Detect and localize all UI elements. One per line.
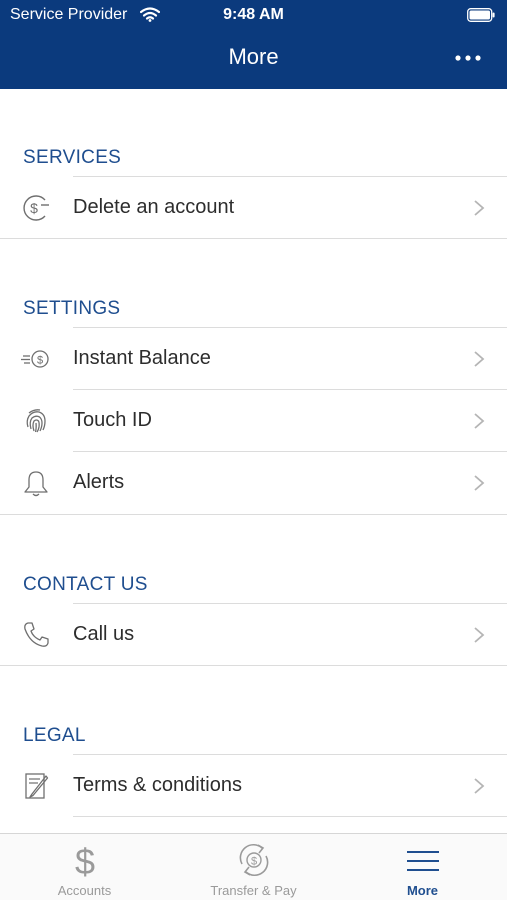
section-header-settings: SETTINGS [23,298,121,319]
row-call-us[interactable]: Call us [0,604,507,666]
bell-icon [24,471,48,497]
tab-label: Transfer & Pay [210,883,297,898]
row-label: Delete an account [73,196,235,218]
battery-icon [467,8,495,22]
row-alerts[interactable]: Alerts [0,452,507,514]
row-label: Alerts [73,471,125,493]
row-terms-conditions[interactable]: Terms & conditions [0,755,507,817]
svg-text:$: $ [30,200,38,216]
divider [73,816,507,817]
row-label: Touch ID [73,409,152,431]
svg-text:$: $ [75,842,95,878]
fingerprint-icon [26,409,46,433]
divider [0,665,507,666]
page-title: More [228,44,279,69]
more-content[interactable]: SERVICES $ Delete an account SETTINGS $ … [0,89,507,833]
transfer-pay-icon: $ [239,843,269,877]
more-options-icon[interactable] [453,48,483,68]
app-header: Service Provider 9:48 AM More [0,0,507,89]
row-label: Instant Balance [73,347,211,369]
menu-lines-icon [407,851,439,871]
row-instant-balance[interactable]: $ Instant Balance [0,328,507,390]
tab-transfer-pay[interactable]: $ Transfer & Pay [169,834,338,900]
tab-label: More [406,883,439,898]
row-label: Call us [73,623,135,645]
chevron-right-icon [474,413,485,429]
dollar-circle-icon: $ [23,195,49,221]
section-header-services: SERVICES [23,147,122,168]
svg-text:$: $ [37,355,43,367]
section-header-contact: CONTACT US [23,574,148,595]
divider [0,514,507,515]
document-pen-icon [25,773,49,799]
dollar-icon: $ [75,842,95,878]
divider [0,238,507,239]
tab-more[interactable]: More [338,834,507,900]
section-header-legal: LEGAL [23,725,86,746]
instant-balance-icon: $ [21,350,49,368]
phone-icon [24,622,49,647]
chevron-right-icon [474,351,485,367]
row-touch-id[interactable]: Touch ID [0,390,507,452]
carrier-label: Service Provider [10,6,128,23]
svg-text:$: $ [251,856,257,868]
chevron-right-icon [474,200,485,216]
row-delete-account[interactable]: $ Delete an account [0,177,507,239]
chevron-right-icon [474,627,485,643]
chevron-right-icon [474,475,485,491]
tab-label: Accounts [57,883,112,898]
chevron-right-icon [474,778,485,794]
row-label: Terms & conditions [73,774,242,796]
wifi-icon [140,7,160,22]
tab-bar: $ Accounts $ Transfer & Pay More [0,833,507,900]
status-bar: Service Provider 9:48 AM [0,0,507,30]
tab-accounts[interactable]: $ Accounts [0,834,169,900]
